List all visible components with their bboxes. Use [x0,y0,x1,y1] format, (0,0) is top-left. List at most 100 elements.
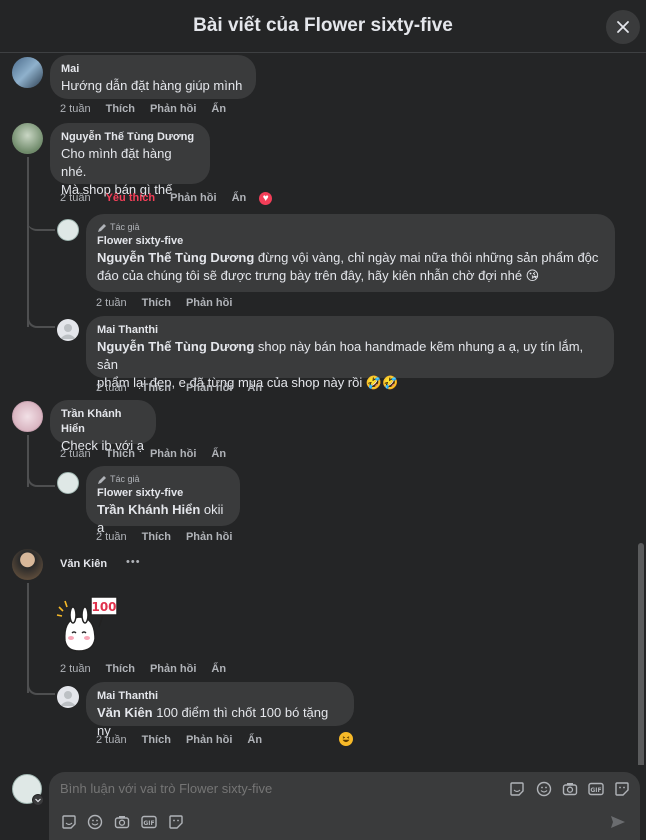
like-button[interactable]: Thích [142,382,171,394]
emoji-icon[interactable] [86,813,104,831]
haha-icon[interactable] [337,730,355,748]
heart-icon[interactable]: ♥ [257,189,275,207]
chevron-down-icon[interactable] [32,794,44,806]
comments-list[interactable]: Mai Hướng dẫn đặt hàng giúp mình 2 tuần … [0,53,646,765]
composer-box: GIF GIF [49,772,640,840]
reply-button[interactable]: Phản hồi [150,103,196,115]
comment-time[interactable]: 2 tuần [60,103,91,115]
pencil-icon [98,475,106,484]
comment-author[interactable]: Flower sixty-five [97,234,603,249]
comment-bubble: Mai Hướng dẫn đặt hàng giúp mình [50,55,256,99]
hide-button[interactable]: Ẩn [232,192,247,204]
close-icon [617,21,629,33]
sticker-sign-text: 100 [91,600,116,614]
avatar[interactable] [12,549,43,580]
sticker-image[interactable]: 100 [55,593,121,653]
like-button[interactable]: Thích [142,297,171,309]
like-button[interactable]: Thích [106,663,135,675]
comment-text: Nguyễn Thế Tùng Dương đừng vội vàng, chỉ… [97,249,603,267]
thread-connector [27,675,55,695]
comment-actions: 2 tuần Thích Phản hồi [96,295,247,311]
reply-button[interactable]: Phản hồi [186,297,232,309]
avatar-sticker-icon[interactable] [613,780,631,798]
author-badge-label: Tác giả [110,474,140,484]
reply-bubble: Tác giả Flower sixty-five Nguyễn Thế Tùn… [86,214,615,292]
close-button[interactable] [606,10,640,44]
mention[interactable]: Trần Khánh Hiển [97,502,200,517]
reply-bubble: Mai Thanthi Nguyễn Thế Tùng Dương shop n… [86,316,614,390]
mention[interactable]: Văn Kiên [97,705,153,720]
comment-time[interactable]: 2 tuần [60,192,91,204]
comment-text: Nguyễn Thế Tùng Dương shop này bán hoa h… [97,338,602,374]
mention[interactable]: Nguyễn Thế Tùng Dương [97,250,254,265]
comment-actions: 2 tuần Thích Phản hồi [96,529,247,545]
reply-button[interactable]: Phản hồi [186,531,232,543]
avatar[interactable] [57,472,79,494]
thread-connector [27,213,55,231]
default-avatar-icon [60,324,76,339]
comment-text: đáo của chúng tôi sẽ được trưng bày trên… [97,268,540,283]
hide-button[interactable]: Ẩn [211,663,226,675]
reply-button[interactable]: Phản hồi [150,663,196,675]
reply-bubble: Tác giả Flower sixty-five Trần Khánh Hiể… [86,466,240,535]
gif-icon[interactable]: GIF [587,780,605,798]
comment-actions: 2 tuần Thích Phản hồi Ẩn [60,661,241,677]
thread-line [27,157,29,327]
like-button[interactable]: Yêu thích [106,192,156,204]
comment-actions: 2 tuần Thích Phản hồi Ẩn [60,101,241,117]
like-button[interactable]: Thích [142,531,171,543]
avatar[interactable] [57,319,79,341]
comment-time[interactable]: 2 tuần [96,382,127,394]
avatar[interactable] [12,401,43,432]
comment-author[interactable]: Mai Thanthi [97,689,342,704]
comment-actions: 2 tuần Thích Phản hồi Ẩn [96,380,277,396]
reply-button[interactable]: Phản hồi [170,192,216,204]
comment-time[interactable]: 2 tuần [96,734,127,746]
comment-time[interactable]: 2 tuần [96,297,127,309]
comment-author[interactable]: Trần Khánh Hiển [61,407,144,437]
comment-time[interactable]: 2 tuần [60,448,91,460]
avatar[interactable] [12,123,43,154]
camera-icon[interactable] [113,813,131,831]
gif-icon[interactable]: GIF [140,813,158,831]
svg-text:GIF: GIF [143,820,154,827]
more-options-button[interactable]: ••• [126,556,141,568]
send-icon[interactable] [609,813,627,831]
page-title: Bài viết của Flower sixty-five [193,15,453,36]
thread-connector [27,308,55,328]
avatar-sticker-icon[interactable] [167,813,185,831]
hide-button[interactable]: Ẩn [211,448,226,460]
like-button[interactable]: Thích [106,448,135,460]
mention[interactable]: Nguyễn Thế Tùng Dương [97,339,254,354]
avatar[interactable] [57,686,79,708]
comment-author[interactable]: Flower sixty-five [97,486,228,501]
emoji-icon[interactable] [535,780,553,798]
comment-actions: 2 tuần Thích Phản hồi Ẩn [96,732,277,748]
camera-icon[interactable] [561,780,579,798]
author-badge-label: Tác giả [110,222,140,232]
comment-time[interactable]: 2 tuần [60,663,91,675]
svg-text:GIF: GIF [590,787,601,794]
avatar[interactable] [57,219,79,241]
like-button[interactable]: Thích [106,103,135,115]
avatar[interactable] [12,57,43,88]
comment-input[interactable] [60,781,490,796]
comment-author[interactable]: Mai [61,62,244,77]
reply-button[interactable]: Phản hồi [150,448,196,460]
comment-author[interactable]: Văn Kiên [60,558,107,570]
sticker-icon[interactable] [60,813,78,831]
hide-button[interactable]: Ẩn [211,103,226,115]
comment-time[interactable]: 2 tuần [96,531,127,543]
like-button[interactable]: Thích [142,734,171,746]
reply-button[interactable]: Phản hồi [186,382,232,394]
thread-connector [27,465,55,487]
comment-composer: GIF GIF [0,765,646,840]
scrollbar[interactable] [638,543,644,765]
comment-author[interactable]: Nguyễn Thế Tùng Dương [61,130,198,145]
hide-button[interactable]: Ẩn [247,382,262,394]
comment-author[interactable]: Mai Thanthi [97,323,602,338]
comment-text: Hướng dẫn đặt hàng giúp mình [61,78,243,93]
reply-button[interactable]: Phản hồi [186,734,232,746]
sticker-icon[interactable] [508,780,526,798]
hide-button[interactable]: Ẩn [247,734,262,746]
